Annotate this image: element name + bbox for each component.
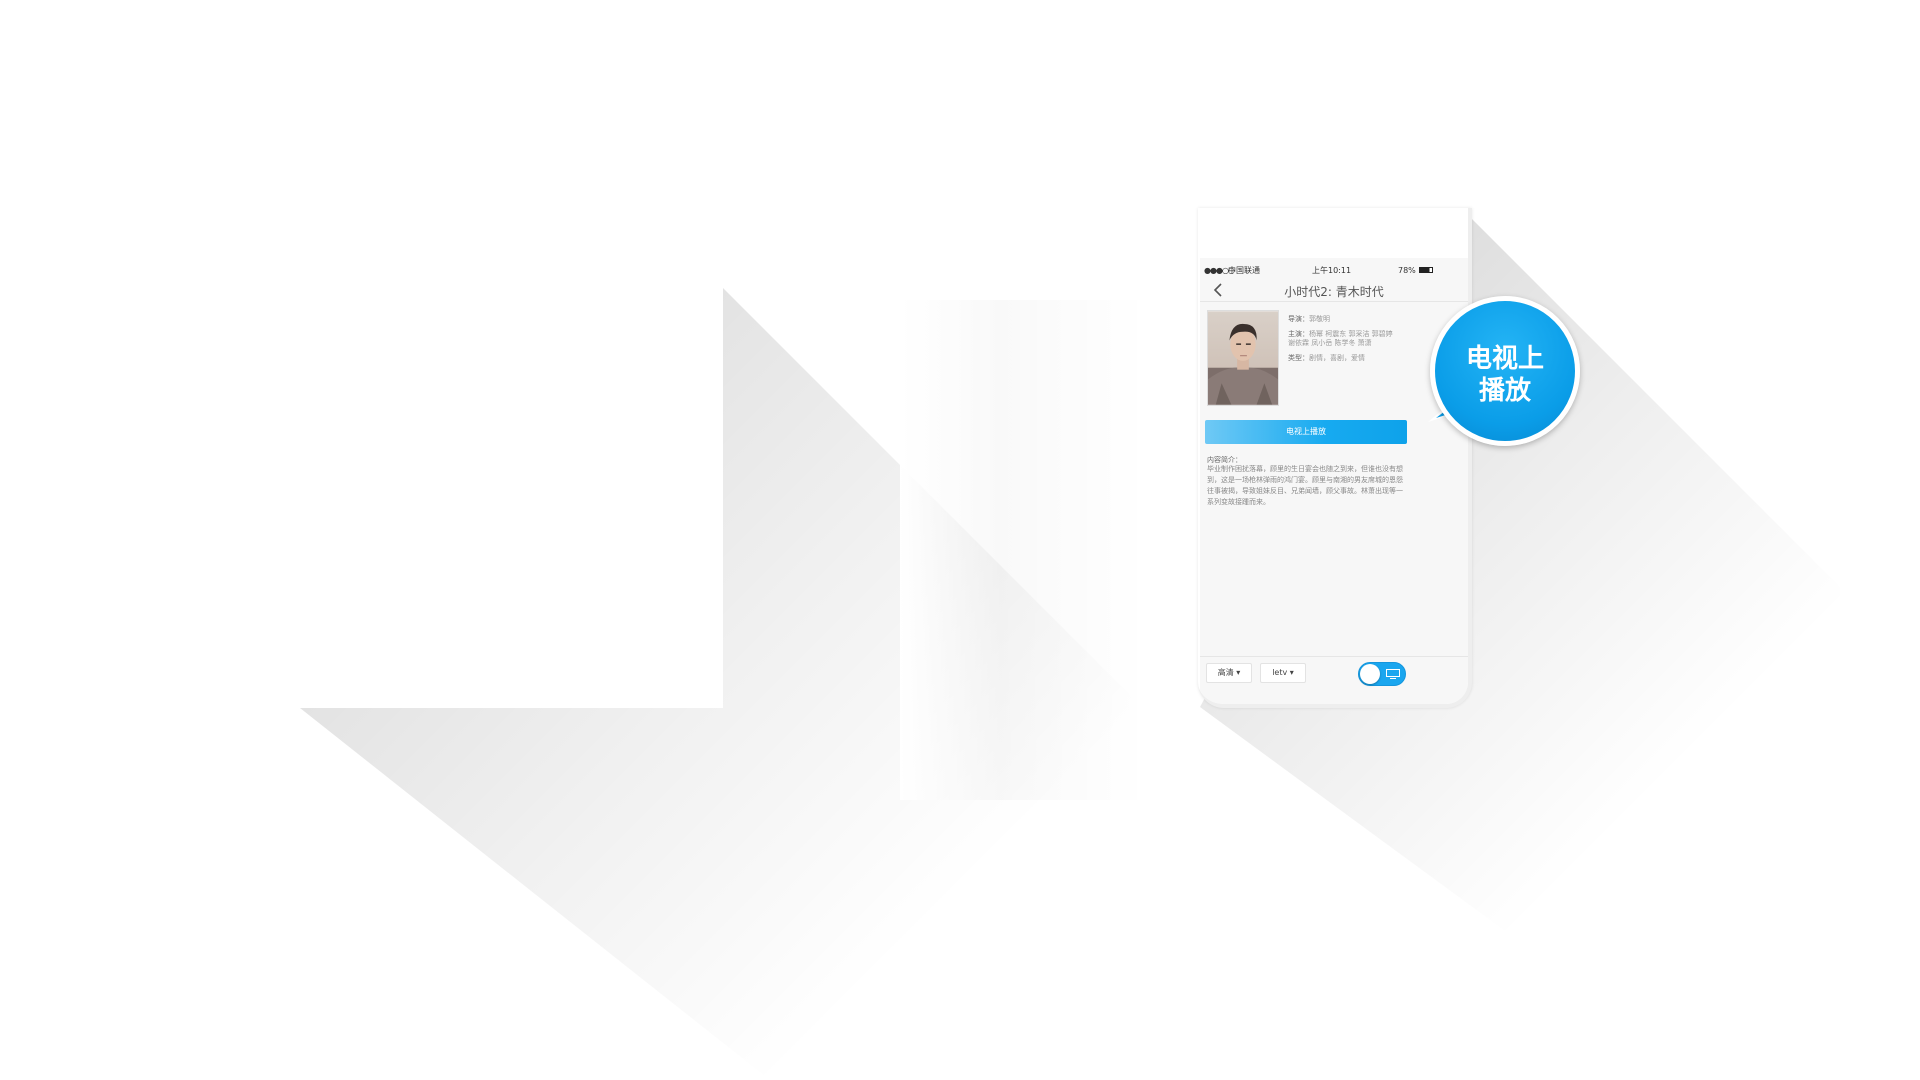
soft-shade xyxy=(900,300,1150,800)
battery-icon xyxy=(1419,267,1433,273)
bottom-bar: 高清 ▾ letv ▾ xyxy=(1200,656,1468,694)
status-time: 上午10:11 xyxy=(1312,265,1352,275)
phone-device: ●●●○○ 中国联通 上午10:11 78% 小时代2: 青木时代 导演：郭敬明… xyxy=(1198,208,1472,708)
status-bar: ●●●○○ 中国联通 上午10:11 78% xyxy=(1200,264,1468,276)
cast-info-line2: 谢依霖 凤小岳 陈学冬 萧潇 xyxy=(1288,338,1372,348)
cast-value-line1: 杨幂 柯震东 郭采洁 郭碧婷 xyxy=(1309,330,1393,338)
tv-mode-toggle[interactable] xyxy=(1358,662,1406,686)
bubble-line1: 电视上 xyxy=(1465,344,1544,374)
movie-poster[interactable] xyxy=(1207,310,1279,406)
left-white-square xyxy=(300,288,723,708)
tv-icon xyxy=(1386,669,1400,679)
carrier-name: 中国联通 xyxy=(1228,265,1260,275)
source-dropdown[interactable]: letv ▾ xyxy=(1260,663,1306,683)
battery-percent: 78% xyxy=(1398,265,1416,275)
speech-bubble: 电视上 播放 xyxy=(1430,296,1580,446)
genre-label: 类型： xyxy=(1288,354,1309,362)
toggle-knob xyxy=(1360,664,1380,684)
director-value: 郭敬明 xyxy=(1309,315,1330,323)
cast-value-line2: 谢依霖 凤小岳 陈学冬 萧潇 xyxy=(1288,339,1372,347)
director-info: 导演：郭敬明 xyxy=(1288,314,1330,324)
quality-dropdown[interactable]: 高清 ▾ xyxy=(1206,663,1252,683)
play-on-tv-button[interactable]: 电视上播放 xyxy=(1205,420,1407,444)
director-label: 导演： xyxy=(1288,315,1309,323)
genre-value: 剧情，喜剧，爱情 xyxy=(1309,354,1365,362)
genre-info: 类型：剧情，喜剧，爱情 xyxy=(1288,353,1365,363)
bubble-text: 电视上 播放 xyxy=(1435,343,1575,407)
bubble-line2: 播放 xyxy=(1478,376,1531,406)
synopsis-text: 毕业制作困扰落幕，顾里的生日宴会也随之到来，但谁也没有想到，这是一场枪林弹雨的鸿… xyxy=(1207,465,1403,506)
play-on-tv-callout: 电视上 播放 xyxy=(1420,296,1580,456)
cast-label: 主演： xyxy=(1288,330,1309,338)
